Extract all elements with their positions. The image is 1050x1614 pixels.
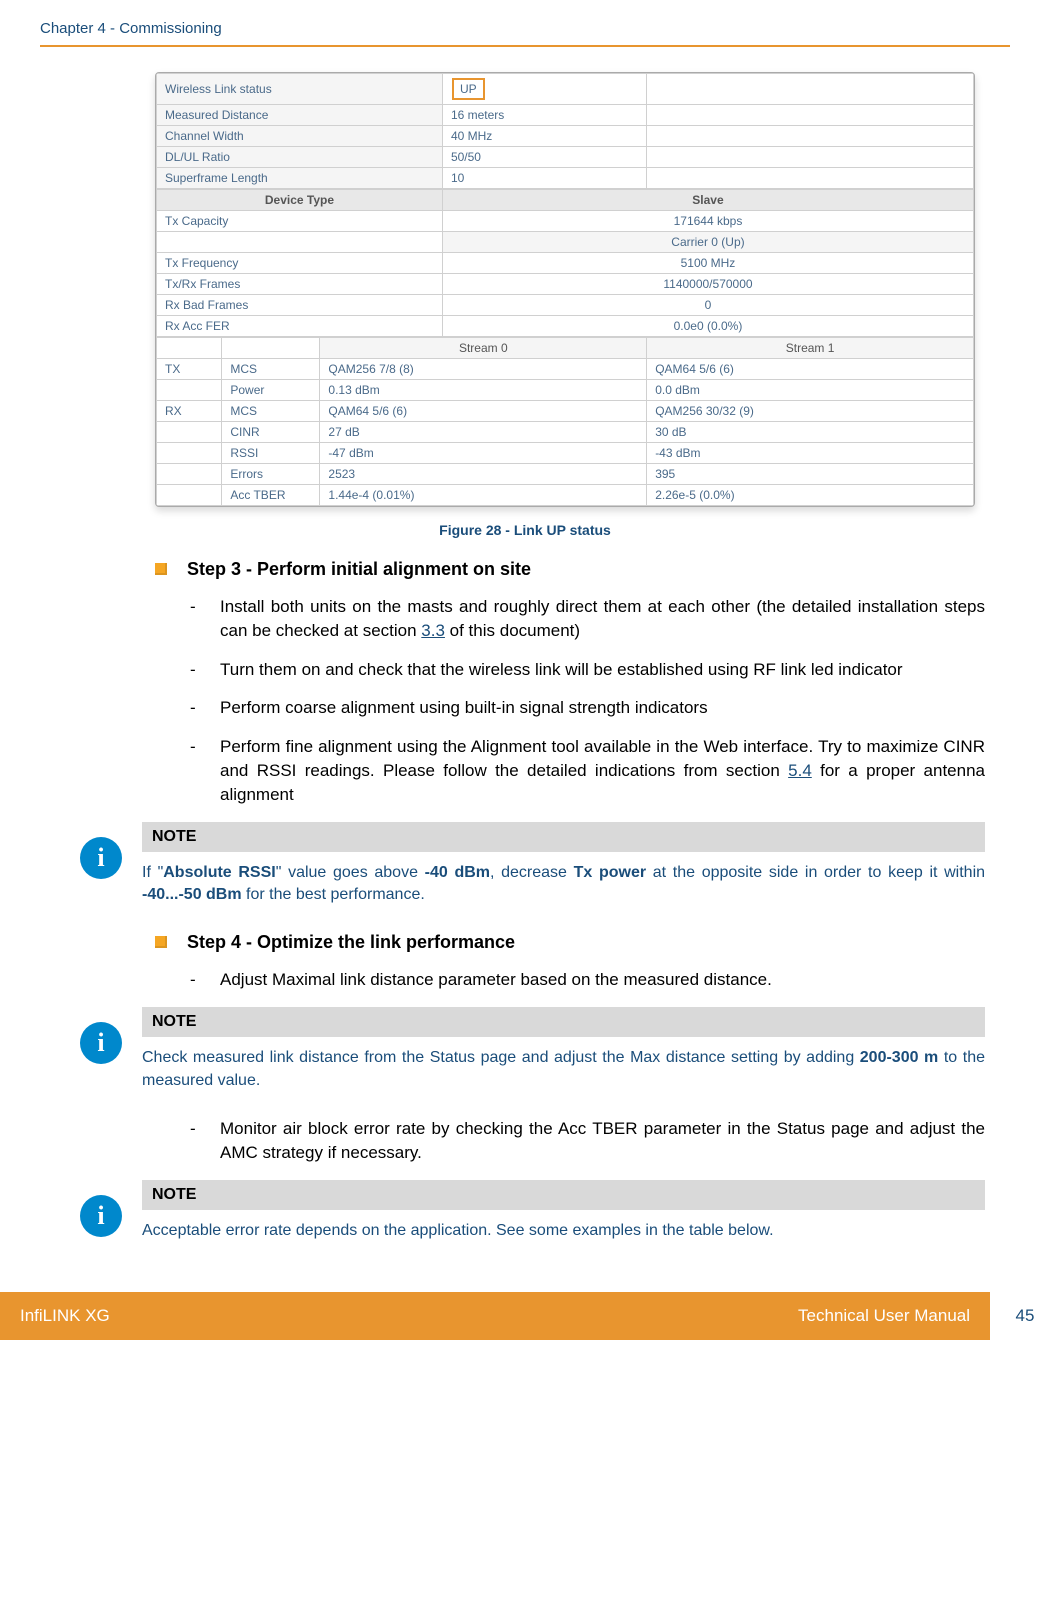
- bullet-icon: [155, 936, 167, 948]
- rx-group: RX: [157, 401, 222, 422]
- cw-label: Channel Width: [157, 126, 443, 147]
- status-screenshot: Wireless Link status UP Measured Distance…: [155, 72, 975, 507]
- dl-label: DL/UL Ratio: [157, 147, 443, 168]
- md-label: Measured Distance: [157, 105, 443, 126]
- step4-title: Step 4 - Optimize the link performance: [187, 932, 515, 953]
- dash: -: [190, 968, 220, 992]
- step4-item1: Adjust Maximal link distance parameter b…: [220, 968, 772, 992]
- step3-item2: Turn them on and check that the wireless…: [220, 658, 903, 682]
- info-icon: i: [80, 1195, 122, 1237]
- info-icon: i: [80, 837, 122, 879]
- dash: -: [190, 595, 220, 643]
- note1-text: If "Absolute RSSI" value goes above -40 …: [142, 852, 985, 917]
- txrx-value: 1140000/570000: [442, 274, 973, 295]
- step3-item1: Install both units on the masts and roug…: [220, 595, 985, 643]
- dash: -: [190, 658, 220, 682]
- dash: -: [190, 696, 220, 720]
- up-status-value: UP: [452, 78, 485, 100]
- step4b-item: Monitor air block error rate by checking…: [220, 1117, 985, 1165]
- page-number: 45: [990, 1292, 1050, 1340]
- sf-label: Superframe Length: [157, 168, 443, 189]
- device-type-header: Device Type: [157, 190, 443, 211]
- stream1-header: Stream 1: [647, 338, 974, 359]
- chapter-title: Chapter 4 - Commissioning: [40, 20, 1010, 37]
- txcap-label: Tx Capacity: [157, 211, 443, 232]
- step3-item4: Perform fine alignment using the Alignme…: [220, 735, 985, 806]
- cw-value: 40 MHz: [442, 126, 646, 147]
- note-header: NOTE: [142, 1180, 985, 1210]
- dash: -: [190, 735, 220, 806]
- ws-label: Wireless Link status: [157, 74, 443, 105]
- carrier-value: Carrier 0 (Up): [442, 232, 973, 253]
- bullet-icon: [155, 563, 167, 575]
- tx-group: TX: [157, 359, 222, 380]
- md-value: 16 meters: [442, 105, 646, 126]
- step3-title: Step 3 - Perform initial alignment on si…: [187, 559, 531, 580]
- sf-value: 10: [442, 168, 646, 189]
- stream0-header: Stream 0: [320, 338, 647, 359]
- rxacc-value: 0.0e0 (0.0%): [442, 316, 973, 337]
- txcap-value: 171644 kbps: [442, 211, 973, 232]
- info-icon: i: [80, 1022, 122, 1064]
- rxbad-value: 0: [442, 295, 973, 316]
- note-header: NOTE: [142, 822, 985, 852]
- txf-label: Tx Frequency: [157, 253, 443, 274]
- section-link-33[interactable]: 3.3: [421, 621, 445, 640]
- note3-text: Acceptable error rate depends on the app…: [142, 1210, 985, 1252]
- header-rule: [40, 45, 1010, 47]
- figure-caption: Figure 28 - Link UP status: [40, 522, 1010, 538]
- dash: -: [190, 1117, 220, 1165]
- footer-manual: Technical User Manual: [798, 1306, 970, 1326]
- note2-text: Check measured link distance from the St…: [142, 1037, 985, 1102]
- footer-product: InfiLINK XG: [20, 1306, 110, 1326]
- rxbad-label: Rx Bad Frames: [157, 295, 443, 316]
- txrx-label: Tx/Rx Frames: [157, 274, 443, 295]
- rxacc-label: Rx Acc FER: [157, 316, 443, 337]
- dl-value: 50/50: [442, 147, 646, 168]
- step3-item3: Perform coarse alignment using built-in …: [220, 696, 708, 720]
- note-header: NOTE: [142, 1007, 985, 1037]
- page-footer: InfiLINK XG Technical User Manual 45: [0, 1292, 1050, 1340]
- txf-value: 5100 MHz: [442, 253, 973, 274]
- slave-header: Slave: [442, 190, 973, 211]
- section-link-54[interactable]: 5.4: [788, 761, 812, 780]
